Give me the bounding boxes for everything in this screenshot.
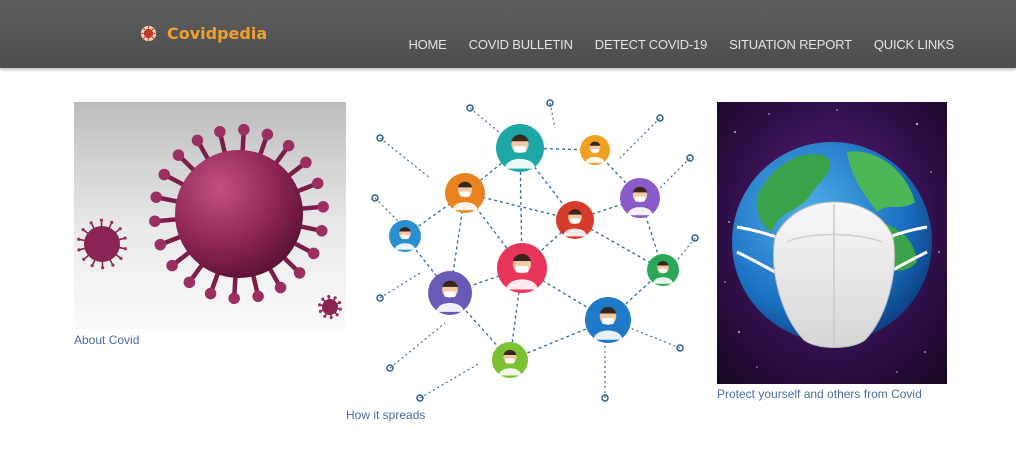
top-navbar: Covidpedia HOME COVID BULLETIN DETECT CO…: [0, 0, 1016, 68]
caption-how-it-spreads[interactable]: How it spreads: [346, 408, 425, 422]
card-protect-yourself[interactable]: [717, 102, 947, 384]
nav-covid-bulletin[interactable]: COVID BULLETIN: [469, 37, 573, 52]
earth-mask-image: [717, 102, 947, 384]
virus-icon: [140, 25, 157, 42]
nav-home[interactable]: HOME: [408, 37, 446, 52]
nav-quick-links[interactable]: QUICK LINKS: [874, 37, 954, 52]
caption-about-covid[interactable]: About Covid: [74, 333, 139, 347]
main-nav: HOME COVID BULLETIN DETECT COVID-19 SITU…: [386, 37, 954, 52]
card-about-covid[interactable]: [74, 102, 346, 330]
nav-situation-report[interactable]: SITUATION REPORT: [729, 37, 852, 52]
card-how-it-spreads[interactable]: [360, 98, 705, 408]
coronavirus-image: [74, 102, 346, 330]
people-network-image: [371, 99, 699, 402]
brand-name: Covidpedia: [167, 24, 268, 43]
nav-detect-covid[interactable]: DETECT COVID-19: [595, 37, 708, 52]
caption-protect-yourself[interactable]: Protect yourself and others from Covid: [717, 387, 922, 401]
brand-link[interactable]: Covidpedia: [140, 24, 267, 43]
